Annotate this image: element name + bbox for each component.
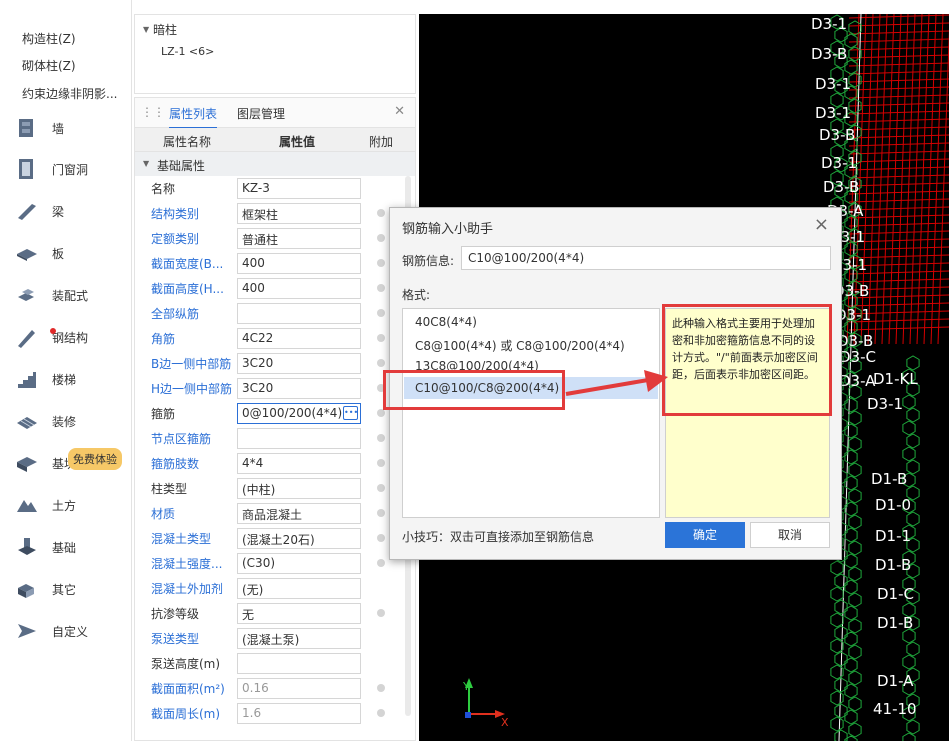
annotation-arrow bbox=[565, 370, 668, 396]
